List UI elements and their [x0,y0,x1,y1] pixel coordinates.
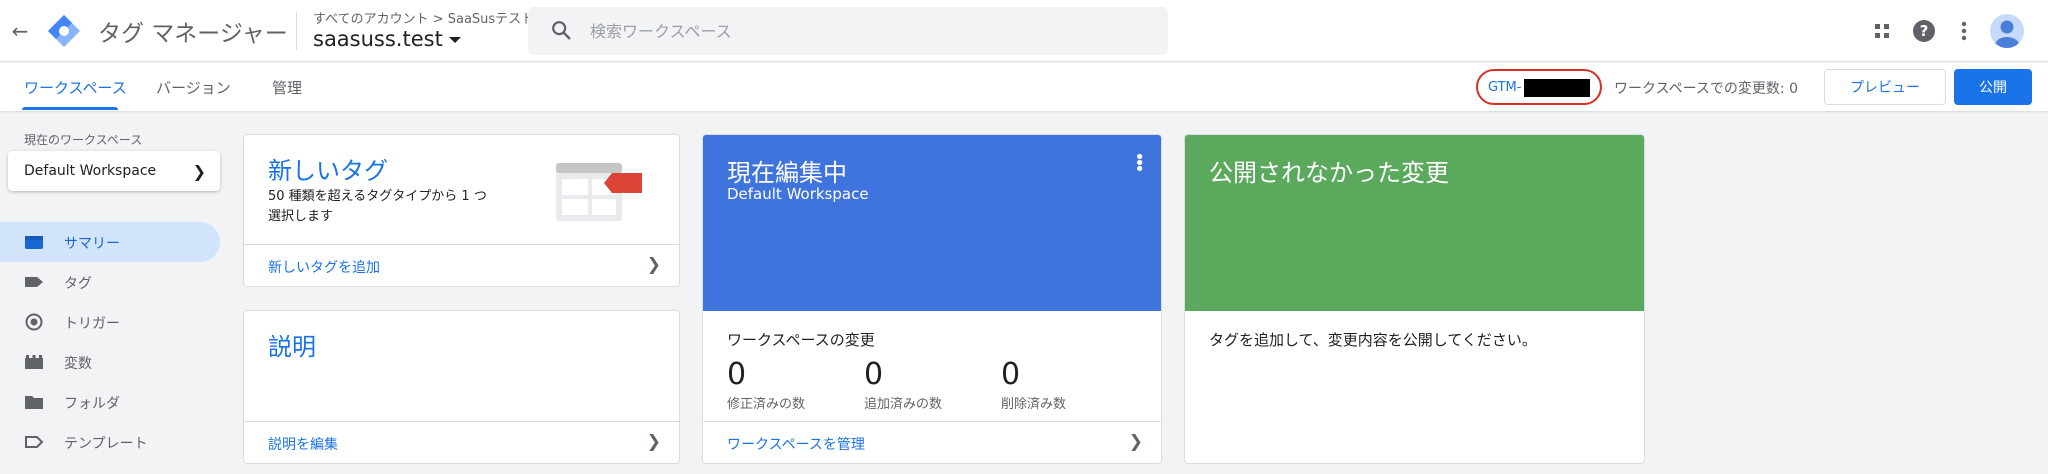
sidebar-item-templates[interactable]: テンプレート [0,422,220,462]
container-id-text: GTM- [1488,80,1522,95]
manage-workspaces-link[interactable]: ワークスペースを管理 [727,434,865,454]
tab-workspace[interactable]: ワークスペース [24,77,127,98]
chevron-right-icon: ❯ [192,162,206,181]
edit-description-link[interactable]: 説明を編集 [268,434,338,454]
sidebar-item-label: トリガー [64,316,120,332]
more-vert-icon[interactable]: • • • [1134,149,1145,179]
redaction-block [1524,79,1590,97]
new-tag-description: 50 種類を超えるタグタイプから 1 つ選択します [268,189,487,224]
modified-count: 0 [727,357,747,392]
app-header: ← タグ マネージャー すべてのアカウント > SaaSusテスト saasus… [0,0,2048,62]
svg-text:?: ? [1920,22,1929,40]
description-title[interactable]: 説明 [268,327,316,362]
account-breadcrumb[interactable]: すべてのアカウント > SaaSusテスト [313,8,534,27]
workspace-tabbar: ワークスペース バージョン 管理 GTM- ワークスペースでの変更数: 0 プレ… [0,63,2048,111]
template-icon [25,436,44,448]
add-new-tag-link[interactable]: 新しいタグを追加 [268,257,380,277]
dropdown-caret-icon [448,37,461,43]
unpublished-changes-message: タグを追加して、変更内容を公開してください。 [1209,331,1537,349]
tab-versions[interactable]: バージョン [156,77,231,98]
deleted-label: 削除済み数 [1001,397,1067,412]
currently-editing-workspace: Default Workspace [727,185,869,203]
container-selector[interactable]: saasuss.test [313,27,461,51]
variable-icon [25,355,43,369]
current-workspace-label: 現在のワークスペース [24,133,143,147]
new-tag-card: 新しいタグ 50 種類を超えるタグタイプから 1 つ選択します 新しいタグを追加… [243,134,680,287]
sidebar-item-label: フォルダ [64,396,120,412]
tag-icon [25,277,43,287]
modified-label: 修正済みの数 [727,397,806,412]
chevron-right-icon: ❯ [646,432,661,452]
help-icon[interactable]: ? [1908,15,1940,47]
currently-editing-header: 現在編集中 Default Workspace • • • [703,135,1161,311]
publish-button[interactable]: 公開 [1954,69,2032,105]
container-id-badge[interactable]: GTM- [1476,69,1602,105]
sidebar-item-label: 変数 [64,356,92,372]
sidebar-item-label: テンプレート [64,436,148,452]
sidebar-item-tags[interactable]: タグ [0,262,220,302]
apps-grid-icon[interactable] [1866,15,1898,47]
back-arrow-icon[interactable]: ← [6,17,34,45]
workspace-changes-heading: ワークスペースの変更 [727,331,875,349]
header-divider [296,12,297,50]
workspace-change-count: ワークスペースでの変更数: 0 [1614,81,1798,97]
sidebar-item-triggers[interactable]: トリガー [0,302,220,342]
container-name: saasuss.test [313,27,443,51]
sidebar-item-label: サマリー [64,236,120,252]
folder-icon [25,396,43,409]
chevron-right-icon: ❯ [646,255,661,275]
unpublished-changes-card: 公開されなかった変更 タグを追加して、変更内容を公開してください。 [1184,134,1645,464]
workspace-name: Default Workspace [24,163,157,179]
new-tag-title[interactable]: 新しいタグ [268,151,388,186]
tag-illustration-icon [556,163,642,221]
account-avatar[interactable] [1990,14,2024,48]
trigger-icon [25,313,43,331]
sidebar-item-folders[interactable]: フォルダ [0,382,220,422]
unpublished-changes-title: 公開されなかった変更 [1209,159,1449,187]
description-card: 説明 説明を編集 ❯ [243,310,680,464]
manage-workspaces-footer[interactable]: ワークスペースを管理 ❯ [703,421,1161,463]
workspace-selector[interactable]: Default Workspace ❯ [8,151,220,191]
more-vert-icon[interactable] [1948,15,1980,47]
preview-button[interactable]: プレビュー [1824,69,1946,105]
app-title: タグ マネージャー [98,21,288,47]
description-footer[interactable]: 説明を編集 ❯ [244,421,679,463]
active-tab-indicator [22,107,118,110]
tag-manager-logo-icon [48,15,80,47]
deleted-count: 0 [1001,357,1021,392]
added-count: 0 [864,357,884,392]
unpublished-changes-header: 公開されなかった変更 [1185,135,1644,311]
search-input[interactable] [590,17,1150,45]
chevron-right-icon: ❯ [1128,432,1143,452]
user-avatar-icon [1995,20,2019,48]
currently-editing-card: 現在編集中 Default Workspace • • • ワークスペースの変更 0… [702,134,1162,464]
search-bar[interactable] [528,7,1168,55]
summary-icon [25,236,43,249]
sidebar-item-summary[interactable]: サマリー [0,222,220,262]
currently-editing-title: 現在編集中 [727,159,847,187]
sidebar-item-label: タグ [64,276,92,292]
tab-admin[interactable]: 管理 [272,77,302,98]
search-icon [552,21,571,40]
sidebar-item-variables[interactable]: 変数 [0,342,220,382]
new-tag-footer[interactable]: 新しいタグを追加 ❯ [244,244,679,286]
added-label: 追加済みの数 [864,397,943,412]
